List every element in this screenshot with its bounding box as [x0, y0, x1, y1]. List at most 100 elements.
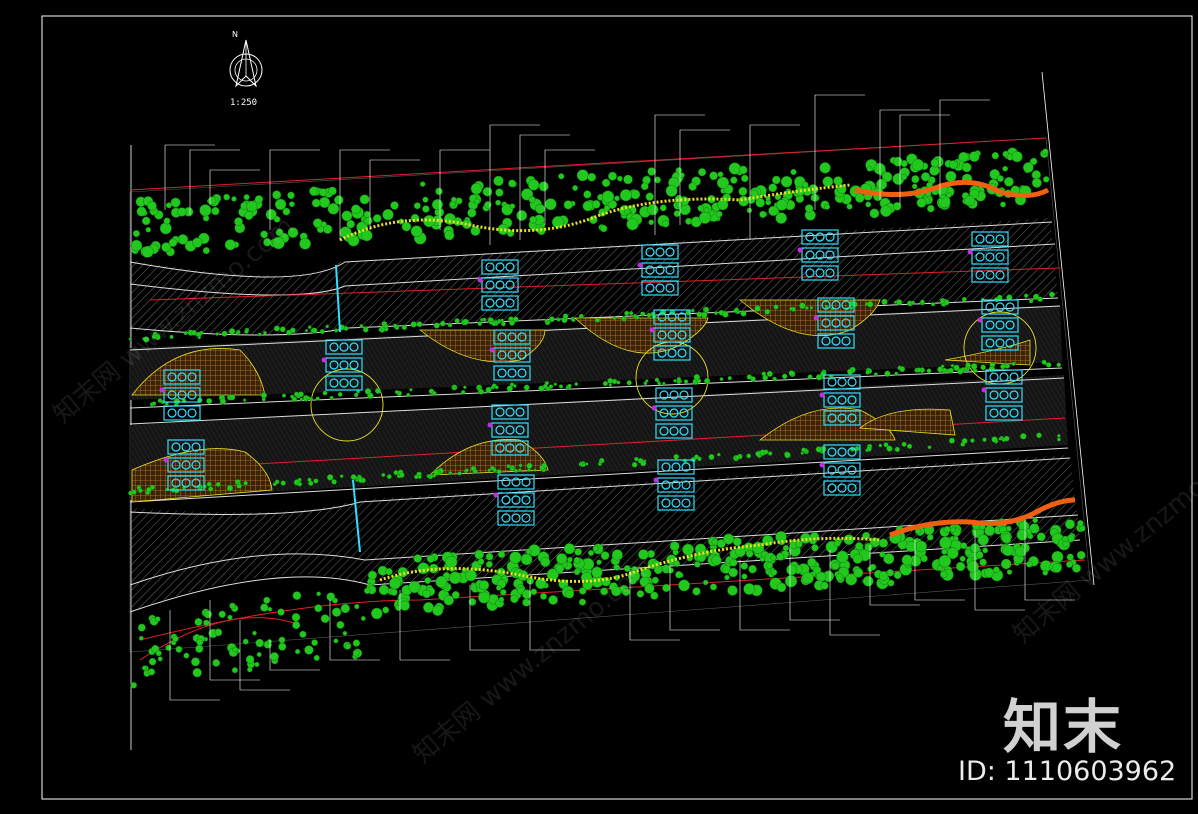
tree-symbol: [280, 480, 286, 486]
tree-symbol: [291, 613, 301, 622]
tree-symbol: [911, 183, 918, 190]
tree-symbol: [320, 614, 330, 624]
tree-symbol: [755, 451, 761, 457]
tree-symbol: [378, 328, 382, 332]
tree-symbol: [940, 570, 948, 579]
tree-symbol: [231, 196, 237, 202]
tree-symbol: [807, 557, 817, 568]
tree-symbol: [544, 198, 557, 211]
tree-symbol: [337, 391, 343, 397]
tree-symbol: [883, 442, 889, 448]
accent-dot: [649, 327, 655, 333]
tree-symbol: [626, 218, 639, 231]
tree-symbol: [137, 623, 146, 632]
tree-symbol: [732, 537, 742, 547]
tree-symbol: [538, 181, 549, 192]
tree-symbol: [212, 659, 221, 667]
tree-symbol: [497, 318, 501, 323]
tree-symbol: [242, 638, 249, 645]
accent-dot: [819, 462, 825, 468]
tree-symbol: [688, 182, 697, 191]
tree-symbol: [495, 585, 502, 591]
tree-symbol: [881, 298, 888, 305]
tree-symbol: [998, 437, 1002, 441]
tree-symbol: [1003, 435, 1010, 442]
tree-symbol: [510, 466, 515, 472]
tree-symbol: [729, 558, 738, 567]
tree-symbol: [948, 437, 955, 444]
tree-symbol: [901, 554, 913, 566]
tree-symbol: [603, 205, 610, 212]
tree-symbol: [318, 196, 331, 208]
tree-symbol: [488, 320, 493, 325]
tree-symbol: [709, 171, 718, 181]
tree-symbol: [494, 385, 499, 390]
tree-symbol: [516, 210, 528, 221]
tree-symbol: [147, 201, 157, 211]
tree-symbol: [675, 167, 683, 174]
tree-symbol: [445, 555, 458, 569]
tree-symbol: [390, 588, 398, 596]
accent-dot: [819, 392, 825, 398]
tree-symbol: [342, 630, 348, 636]
tree-symbol: [263, 330, 267, 335]
tree-symbol: [1056, 362, 1062, 368]
tree-symbol: [482, 186, 493, 197]
tree-symbol: [979, 558, 987, 567]
tree-symbol: [208, 486, 214, 492]
tree-symbol: [970, 438, 975, 443]
tree-symbol: [855, 542, 864, 551]
tree-symbol: [544, 318, 549, 323]
tree-symbol: [743, 583, 756, 595]
tree-symbol: [887, 579, 895, 587]
tree-symbol: [768, 451, 773, 456]
tree-symbol: [1057, 437, 1061, 442]
tree-symbol: [984, 525, 995, 537]
tree-symbol: [950, 364, 955, 368]
tree-symbol: [893, 571, 902, 580]
tree-symbol: [518, 468, 522, 472]
tree-symbol: [255, 638, 264, 648]
tree-symbol: [640, 460, 647, 467]
tree-symbol: [350, 474, 357, 480]
tree-symbol: [943, 525, 951, 534]
tree-symbol: [526, 462, 533, 469]
tree-symbol: [362, 326, 369, 333]
tree-symbol: [572, 185, 579, 191]
tree-symbol: [256, 651, 262, 658]
tree-symbol: [659, 204, 667, 212]
tree-symbol: [574, 548, 582, 556]
tree-symbol: [645, 192, 654, 201]
tree-symbol: [996, 175, 1004, 183]
tree-symbol: [946, 192, 952, 198]
tree-symbol: [1004, 363, 1010, 369]
tree-symbol: [313, 654, 320, 661]
tree-symbol: [916, 197, 927, 208]
tree-symbol: [1077, 520, 1084, 527]
tree-symbol: [582, 200, 594, 212]
tree-symbol: [738, 165, 748, 175]
pavilion-seat: [847, 377, 857, 387]
tree-symbol: [257, 332, 262, 337]
tree-symbol: [961, 162, 972, 173]
tree-symbol: [173, 397, 181, 405]
tree-symbol: [398, 472, 405, 478]
tree-symbol: [955, 561, 966, 572]
tree-symbol: [748, 564, 757, 574]
tree-symbol: [244, 329, 249, 334]
tree-symbol: [203, 610, 212, 619]
tree-symbol: [784, 451, 791, 459]
tree-symbol: [288, 201, 295, 208]
tree-symbol: [735, 454, 740, 460]
tree-symbol: [562, 313, 569, 319]
tree-symbol: [530, 588, 538, 596]
tree-symbol: [246, 200, 258, 212]
tree-symbol: [448, 471, 453, 475]
tree-symbol: [716, 210, 723, 218]
tree-symbol: [630, 189, 641, 200]
tree-symbol: [723, 533, 735, 545]
tree-symbol: [426, 554, 435, 563]
tree-symbol: [600, 551, 610, 560]
tree-symbol: [328, 186, 337, 196]
tree-symbol: [864, 542, 873, 552]
